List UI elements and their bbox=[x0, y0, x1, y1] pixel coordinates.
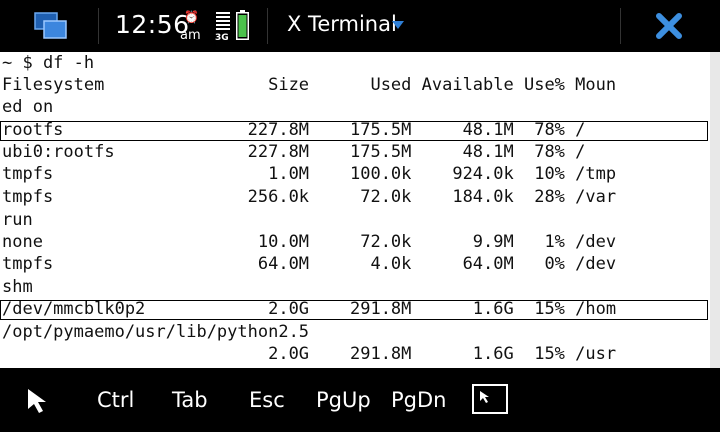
terminal-line: tmpfs 1.0M 100.0k 924.0k 10% /tmp bbox=[2, 164, 617, 184]
terminal-line: /opt/pymaemo/usr/lib/python2.5 bbox=[2, 322, 310, 342]
terminal-scrollbar[interactable] bbox=[710, 52, 720, 368]
network-type: 3G bbox=[215, 33, 229, 43]
key-toolbar: Ctrl Tab Esc PgUp PgDn bbox=[0, 368, 720, 432]
clock: 12:56 bbox=[115, 10, 190, 39]
terminal-line: tmpfs 256.0k 72.0k 184.0k 28% /var bbox=[2, 187, 617, 207]
terminal-line: none 10.0M 72.0k 9.9M 1% /dev bbox=[2, 232, 617, 252]
pgdn-key-button[interactable]: PgDn bbox=[391, 388, 446, 412]
status-bar: 12:56 ⏰ am 3G X Terminal bbox=[0, 0, 720, 52]
app-title[interactable]: X Terminal bbox=[287, 12, 397, 36]
status-separator bbox=[98, 8, 99, 44]
terminal-line: 2.0G 291.8M 1.6G 15% /usr bbox=[2, 344, 617, 364]
tab-key-button[interactable]: Tab bbox=[172, 388, 208, 412]
pointer-icon[interactable] bbox=[26, 387, 52, 415]
alarm-icon: ⏰ bbox=[184, 10, 199, 24]
task-switcher-icon[interactable] bbox=[34, 12, 68, 40]
status-separator bbox=[267, 8, 268, 44]
terminal-line: ed on bbox=[2, 97, 54, 117]
pgup-key-button[interactable]: PgUp bbox=[316, 388, 371, 412]
ctrl-key-button[interactable]: Ctrl bbox=[97, 388, 134, 412]
terminal-line: shm bbox=[2, 277, 33, 297]
menu-key-icon[interactable] bbox=[472, 384, 508, 414]
terminal-line: run bbox=[2, 210, 33, 230]
battery-icon bbox=[236, 10, 249, 40]
terminal-output[interactable]: ~ $ df -h Filesystem Size Used Available… bbox=[0, 52, 710, 368]
clock-ampm: am bbox=[180, 28, 201, 43]
menu-dropdown-icon[interactable] bbox=[392, 21, 404, 29]
terminal-line: Filesystem Size Used Available Use% Moun bbox=[2, 75, 617, 95]
terminal-line: /dev/mmcblk0p2 2.0G 291.8M 1.6G 15% /hom bbox=[2, 299, 617, 319]
terminal-line: ubi0:rootfs 227.8M 175.5M 48.1M 78% / bbox=[2, 142, 586, 162]
terminal-line: ~ $ df -h bbox=[2, 53, 95, 73]
terminal-line: tmpfs 64.0M 4.0k 64.0M 0% /dev bbox=[2, 254, 617, 274]
close-icon[interactable] bbox=[654, 11, 684, 41]
esc-key-button[interactable]: Esc bbox=[249, 388, 285, 412]
status-separator bbox=[620, 8, 621, 44]
terminal-line: rootfs 227.8M 175.5M 48.1M 78% / bbox=[2, 120, 586, 140]
